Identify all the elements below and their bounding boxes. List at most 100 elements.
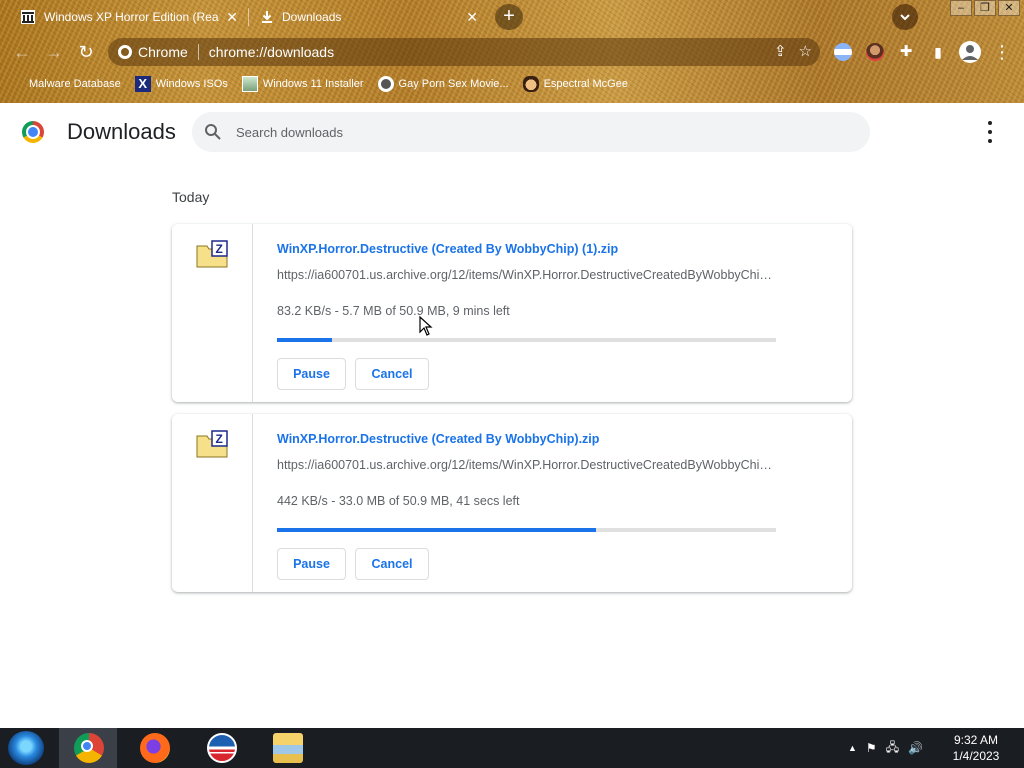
search-downloads-box[interactable] (192, 112, 870, 152)
share-icon[interactable]: ⇪ (774, 42, 787, 60)
address-divider (197, 44, 199, 60)
bookmark-label: Windows ISOs (155, 78, 228, 90)
tab-divider (248, 8, 249, 26)
download-source-url[interactable]: https://ia600701.us.archive.org/12/items… (277, 268, 777, 282)
bookmark-star-icon[interactable]: ☆ (799, 42, 812, 60)
clock-time: 9:32 AM (953, 733, 999, 747)
download-item: Z WinXP.Horror.Destructive (Created By W… (172, 414, 852, 592)
extensions-puzzle-icon[interactable]: ✚ (894, 40, 918, 64)
download-progress-fill (277, 338, 332, 342)
obama-logo-icon (207, 733, 237, 763)
tab-strip: Windows XP Horror Edition (Rea ✕ Downloa… (0, 0, 1024, 34)
volume-icon[interactable]: 🔊 (908, 741, 923, 755)
maximize-button[interactable]: ❐ (974, 0, 996, 16)
downloads-header: Downloads (0, 103, 1024, 159)
minimize-button[interactable]: – (950, 0, 972, 16)
browser-chrome: Windows XP Horror Edition (Rea ✕ Downloa… (0, 0, 1024, 103)
x-logo-icon: X (134, 76, 151, 92)
mouse-cursor-icon (419, 315, 433, 336)
bookmark-label: Windows 11 Installer (262, 78, 364, 90)
page-title: Downloads (67, 119, 176, 144)
download-filename-link[interactable]: WinXP.Horror.Destructive (Created By Wob… (277, 242, 618, 256)
taskbar-app-obama[interactable] (192, 728, 250, 768)
tab-windows-xp-horror[interactable]: Windows XP Horror Edition (Rea ✕ (10, 2, 246, 32)
download-icon-column: Z (172, 224, 253, 402)
taskbar-clock[interactable]: 9:32 AM 1/4/2023 (946, 732, 1006, 764)
zip-file-icon: Z (196, 240, 228, 268)
bookmark-malware-database[interactable]: Malware Database (22, 76, 121, 92)
download-status: 83.2 KB/s - 5.7 MB of 50.9 MB, 9 mins le… (277, 304, 510, 318)
clock-date: 1/4/2023 (952, 749, 1000, 763)
pause-button[interactable]: Pause (277, 358, 346, 390)
download-item: Z WinXP.Horror.Destructive (Created By W… (172, 224, 852, 402)
browser-toolbar: ← → ↻ Chrome chrome://downloads ⇪ ☆ ✚ ▮ … (0, 34, 1024, 70)
chrome-logo-icon (22, 121, 44, 143)
svg-text:Z: Z (216, 432, 223, 446)
folder-icon (22, 76, 24, 92)
tab-search-button[interactable] (892, 4, 918, 30)
download-progress-bar (277, 338, 776, 342)
archive-favicon-icon (21, 10, 35, 24)
side-panel-icon[interactable]: ▮ (926, 40, 950, 64)
browser-menu-icon[interactable]: ⋮ (990, 40, 1014, 64)
bookmark-label: Espectral McGee (543, 78, 628, 90)
show-hidden-icons-button[interactable]: ▲ (848, 743, 857, 753)
bookmark-windows-isos[interactable]: X Windows ISOs (134, 76, 228, 92)
forward-button[interactable]: → (42, 40, 66, 64)
chrome-favicon-icon (118, 45, 132, 59)
character-face-icon (522, 76, 539, 92)
taskbar: ▲ ⚑ 🖧 🔊 9:32 AM 1/4/2023 (0, 728, 1024, 768)
tab-title: Windows XP Horror Edition (Rea (44, 10, 219, 24)
network-icon[interactable]: 🖧 (886, 738, 899, 759)
download-filename-link[interactable]: WinXP.Horror.Destructive (Created By Wob… (277, 432, 599, 446)
address-bar[interactable]: Chrome chrome://downloads ⇪ ☆ (108, 38, 820, 66)
bookmark-label: Gay Porn Sex Movie... (398, 78, 509, 90)
date-section-heading: Today (172, 189, 210, 205)
search-icon (205, 124, 221, 140)
site-chip[interactable]: Chrome (108, 44, 188, 60)
bookmarks-bar: Malware Database X Windows ISOs Windows … (0, 72, 1024, 96)
file-explorer-icon (273, 733, 303, 763)
back-button[interactable]: ← (10, 40, 34, 64)
new-tab-button[interactable]: + (495, 4, 523, 30)
bookmark-windows-11-installer[interactable]: Windows 11 Installer (241, 76, 364, 92)
firefox-icon (140, 733, 170, 763)
tab-downloads[interactable]: Downloads ✕ (250, 2, 486, 32)
image-icon (241, 76, 258, 92)
start-orb-button[interactable] (8, 731, 44, 765)
download-progress-fill (277, 528, 597, 532)
taskbar-app-firefox[interactable] (125, 728, 183, 768)
window-controls: – ❐ ✕ (950, 0, 1020, 16)
bookmark-movie[interactable]: Gay Porn Sex Movie... (377, 76, 509, 92)
bookmark-espectral-mcgee[interactable]: Espectral McGee (522, 76, 628, 92)
pause-button[interactable]: Pause (277, 548, 346, 580)
system-tray: ▲ ⚑ 🖧 🔊 (848, 728, 923, 768)
extension-flag-icon[interactable] (834, 43, 852, 61)
chrome-icon (74, 733, 104, 763)
svg-text:Z: Z (216, 242, 223, 256)
close-tab-icon[interactable]: ✕ (226, 9, 238, 26)
download-progress-bar (277, 528, 776, 532)
taskbar-app-explorer[interactable] (258, 728, 316, 768)
extension-avatar-icon[interactable] (866, 43, 884, 61)
url-text: chrome://downloads (208, 44, 335, 60)
download-source-url[interactable]: https://ia600701.us.archive.org/12/items… (277, 458, 777, 472)
close-tab-icon[interactable]: ✕ (466, 9, 478, 26)
taskbar-app-chrome[interactable] (59, 728, 117, 768)
chevron-down-icon (900, 14, 910, 21)
reload-button[interactable]: ↻ (74, 40, 98, 64)
download-status: 442 KB/s - 33.0 MB of 50.9 MB, 41 secs l… (277, 494, 520, 508)
cancel-button[interactable]: Cancel (355, 548, 429, 580)
zip-file-icon: Z (196, 430, 228, 458)
download-icon-column: Z (172, 414, 253, 592)
downloads-page: Downloads Today Z WinXP.Horror.Destructi… (0, 103, 1024, 728)
action-center-flag-icon[interactable]: ⚑ (866, 741, 877, 755)
profile-avatar-icon[interactable] (959, 41, 981, 63)
bookmark-label: Malware Database (29, 78, 121, 90)
more-actions-icon[interactable] (984, 121, 996, 143)
search-input[interactable] (236, 124, 836, 140)
download-favicon-icon (262, 11, 272, 23)
tab-title: Downloads (282, 10, 342, 24)
close-window-button[interactable]: ✕ (998, 0, 1020, 16)
cancel-button[interactable]: Cancel (355, 358, 429, 390)
